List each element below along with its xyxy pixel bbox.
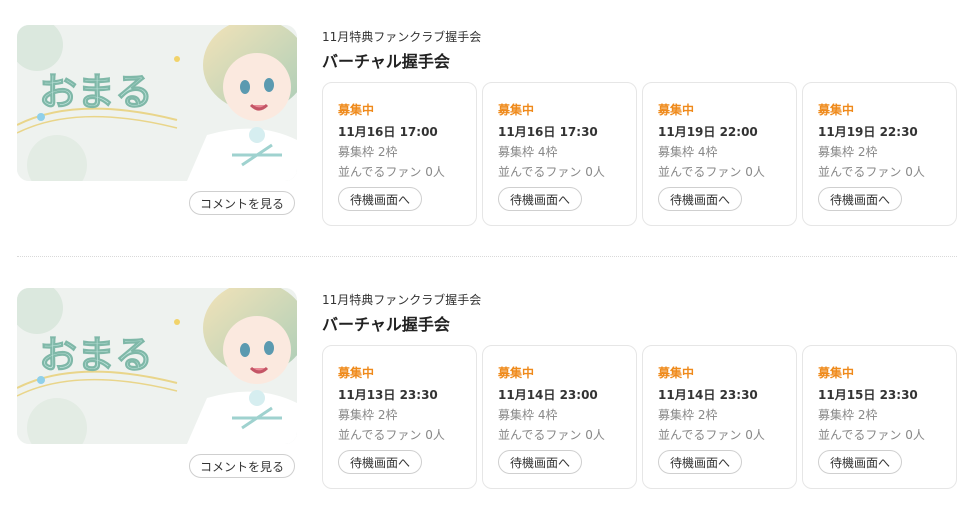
slot-capacity: 募集枠 2枠 xyxy=(818,145,878,159)
slot-queue: 並んでるファン 0人 xyxy=(498,428,605,442)
slot-capacity: 募集枠 2枠 xyxy=(338,408,398,422)
slot-queue: 並んでるファン 0人 xyxy=(818,428,925,442)
waiting-room-button[interactable]: 待機画面へ xyxy=(498,187,582,211)
time-slot-card: 募集中 11月15日 23:30 募集枠 2枠 並んでるファン 0人 待機画面へ xyxy=(802,345,957,489)
slot-queue: 並んでるファン 0人 xyxy=(658,165,765,179)
time-slot-card: 募集中 11月19日 22:00 募集枠 4枠 並んでるファン 0人 待機画面へ xyxy=(642,82,797,226)
slot-datetime: 11月19日 22:00 xyxy=(658,125,758,139)
time-slot-card: 募集中 11月14日 23:30 募集枠 2枠 並んでるファン 0人 待機画面へ xyxy=(642,345,797,489)
slot-datetime: 11月14日 23:00 xyxy=(498,388,598,402)
waiting-room-button[interactable]: 待機画面へ xyxy=(658,187,742,211)
slot-queue: 並んでるファン 0人 xyxy=(498,165,605,179)
view-comments-button[interactable]: コメントを見る xyxy=(189,191,295,215)
time-slot-card: 募集中 11月16日 17:30 募集枠 4枠 並んでるファン 0人 待機画面へ xyxy=(482,82,637,226)
slot-status: 募集中 xyxy=(818,103,855,117)
slot-queue: 並んでるファン 0人 xyxy=(818,165,925,179)
slot-capacity: 募集枠 2枠 xyxy=(338,145,398,159)
time-slot-card: 募集中 11月16日 17:00 募集枠 2枠 並んでるファン 0人 待機画面へ xyxy=(322,82,477,226)
event-title: バーチャル握手会 xyxy=(322,52,450,71)
waiting-room-button[interactable]: 待機画面へ xyxy=(338,187,422,211)
slot-status: 募集中 xyxy=(498,366,535,380)
waiting-room-button[interactable]: 待機画面へ xyxy=(658,450,742,474)
slot-capacity: 募集枠 4枠 xyxy=(498,408,558,422)
slot-status: 募集中 xyxy=(818,366,855,380)
event-thumbnail[interactable]: おまる xyxy=(17,288,297,444)
event-subtitle: 11月特典ファンクラブ握手会 xyxy=(322,293,482,307)
slot-datetime: 11月16日 17:30 xyxy=(498,125,598,139)
slot-queue: 並んでるファン 0人 xyxy=(338,428,445,442)
slot-status: 募集中 xyxy=(658,103,695,117)
event-subtitle: 11月特典ファンクラブ握手会 xyxy=(322,30,482,44)
section-divider xyxy=(17,256,957,257)
slot-status: 募集中 xyxy=(338,366,375,380)
waiting-room-button[interactable]: 待機画面へ xyxy=(818,450,902,474)
event-card: おまる コメントを見る 11月特典ファンクラブ握手会 バーチャル握手会 募集中 … xyxy=(0,263,969,503)
slot-datetime: 11月19日 22:30 xyxy=(818,125,918,139)
slot-datetime: 11月13日 23:30 xyxy=(338,388,438,402)
event-thumbnail[interactable]: おまる xyxy=(17,25,297,181)
waiting-room-button[interactable]: 待機画面へ xyxy=(338,450,422,474)
thumbnail-logo: おまる xyxy=(39,333,153,377)
slot-capacity: 募集枠 2枠 xyxy=(818,408,878,422)
slot-datetime: 11月15日 23:30 xyxy=(818,388,918,402)
waiting-room-button[interactable]: 待機画面へ xyxy=(818,187,902,211)
waiting-room-button[interactable]: 待機画面へ xyxy=(498,450,582,474)
event-title: バーチャル握手会 xyxy=(322,315,450,334)
slot-capacity: 募集枠 4枠 xyxy=(658,145,718,159)
slot-queue: 並んでるファン 0人 xyxy=(658,428,765,442)
event-card: おまる コメントを見る 11月特典ファンクラブ握手会 バーチャル握手会 募集中 … xyxy=(0,0,969,240)
time-slot-card: 募集中 11月13日 23:30 募集枠 2枠 並んでるファン 0人 待機画面へ xyxy=(322,345,477,489)
slot-queue: 並んでるファン 0人 xyxy=(338,165,445,179)
slot-datetime: 11月14日 23:30 xyxy=(658,388,758,402)
slot-capacity: 募集枠 2枠 xyxy=(658,408,718,422)
slot-datetime: 11月16日 17:00 xyxy=(338,125,438,139)
view-comments-button[interactable]: コメントを見る xyxy=(189,454,295,478)
thumbnail-logo: おまる xyxy=(39,70,153,114)
slot-capacity: 募集枠 4枠 xyxy=(498,145,558,159)
slot-status: 募集中 xyxy=(658,366,695,380)
slot-status: 募集中 xyxy=(338,103,375,117)
time-slot-card: 募集中 11月19日 22:30 募集枠 2枠 並んでるファン 0人 待機画面へ xyxy=(802,82,957,226)
time-slot-card: 募集中 11月14日 23:00 募集枠 4枠 並んでるファン 0人 待機画面へ xyxy=(482,345,637,489)
slot-status: 募集中 xyxy=(498,103,535,117)
